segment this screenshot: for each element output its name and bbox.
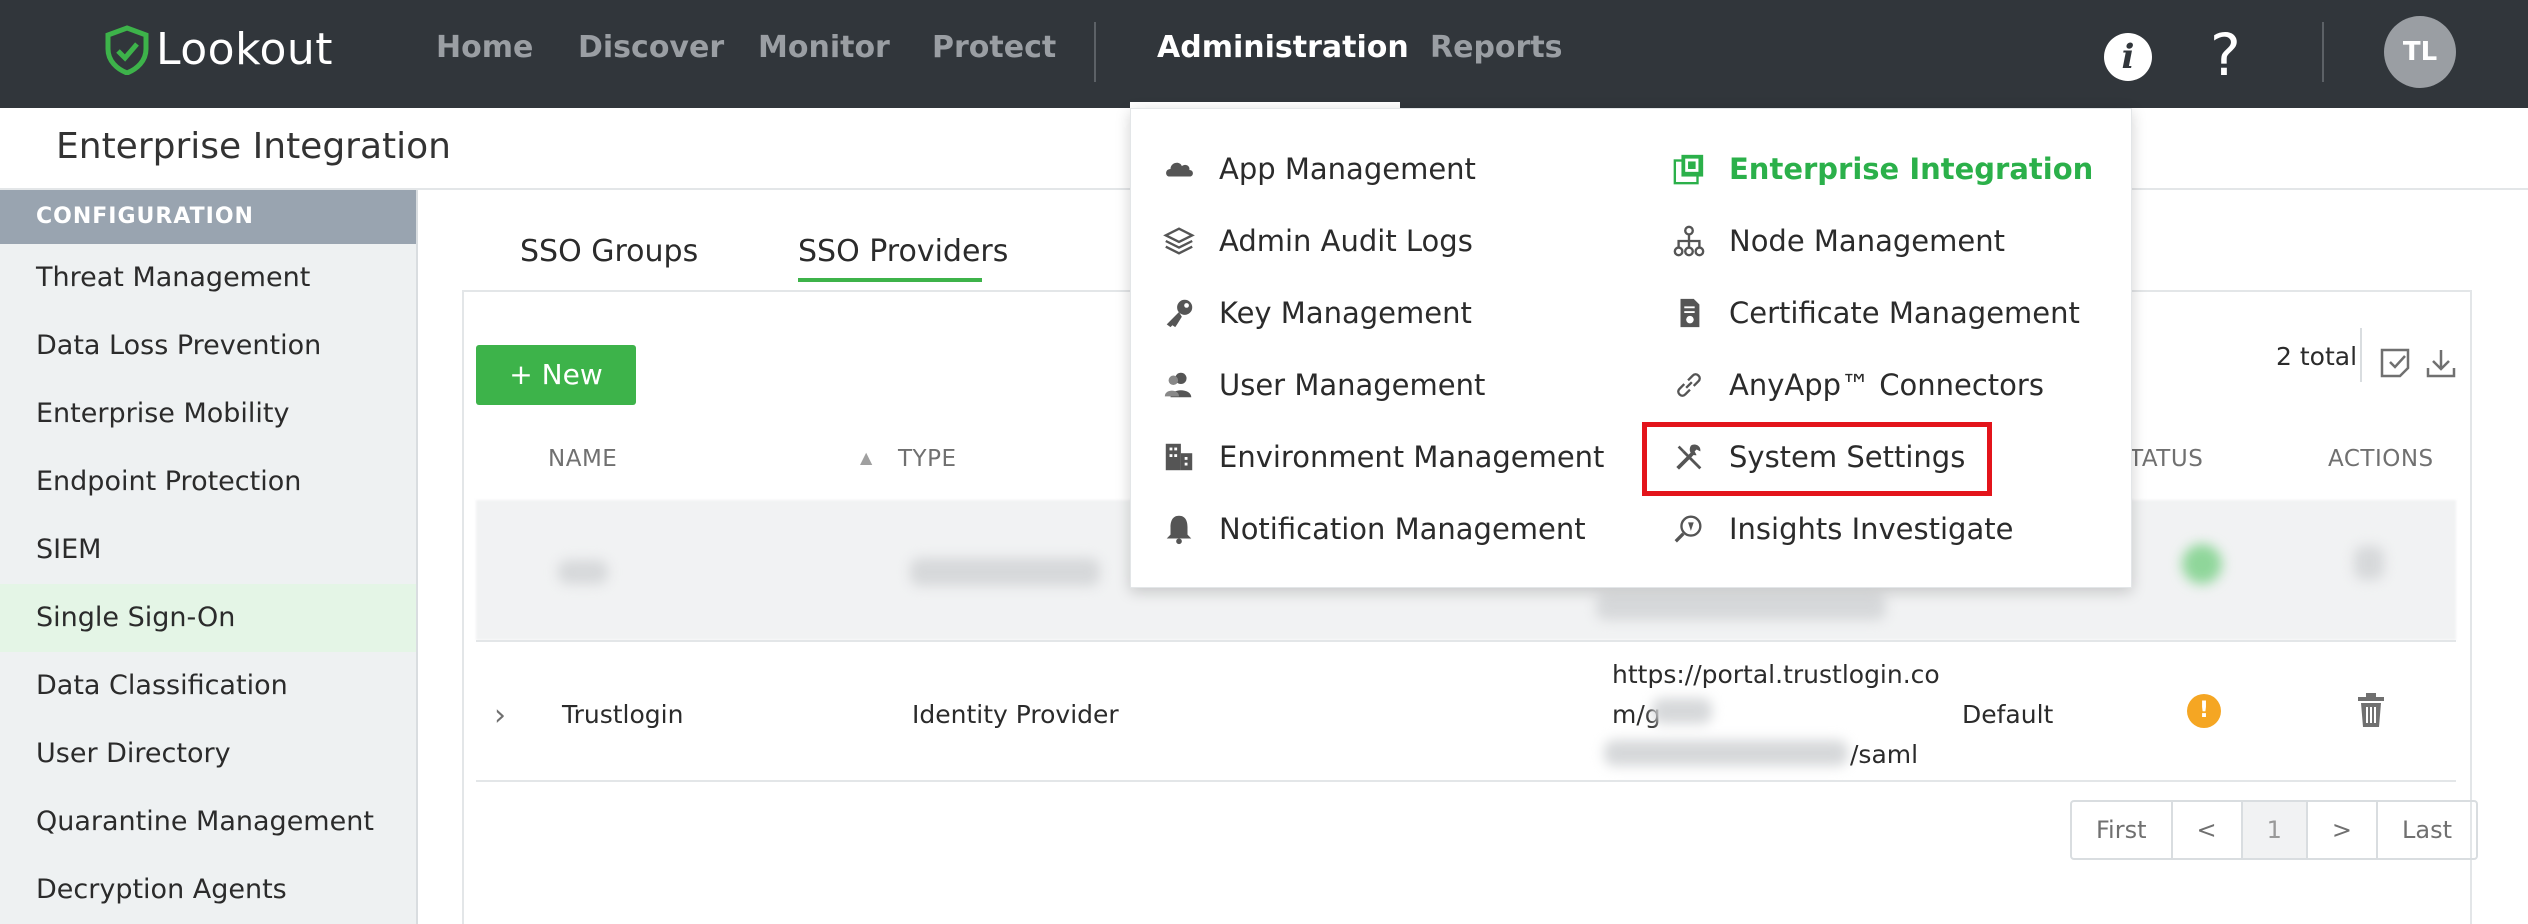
menu-item-label: Insights Investigate bbox=[1729, 512, 2014, 546]
redacted-url-part bbox=[1652, 698, 1712, 724]
insights-icon bbox=[1671, 511, 1707, 547]
menu-item-environment-management[interactable]: Environment Management bbox=[1161, 433, 1604, 481]
cloud-icon bbox=[1161, 151, 1197, 187]
building-icon bbox=[1161, 439, 1197, 475]
sidebar-header: CONFIGURATION bbox=[0, 190, 416, 244]
configuration-sidebar: CONFIGURATION Threat Management Data Los… bbox=[0, 190, 418, 924]
provider-type: Identity Provider bbox=[912, 700, 1119, 729]
menu-item-label: Certificate Management bbox=[1729, 296, 2080, 330]
pager-last-button[interactable]: Last bbox=[2378, 802, 2476, 858]
menu-item-label: AnyApp™ Connectors bbox=[1729, 368, 2044, 402]
top-navigation-bar: Lookout Home Discover Monitor Protect Ad… bbox=[0, 0, 2528, 108]
nav-home[interactable]: Home bbox=[436, 30, 533, 65]
layers-icon bbox=[1161, 223, 1197, 259]
menu-item-label: Admin Audit Logs bbox=[1219, 224, 1473, 258]
sidebar-item-quarantine-management[interactable]: Quarantine Management bbox=[0, 788, 416, 856]
trash-icon[interactable] bbox=[2356, 692, 2386, 728]
redacted-action bbox=[2354, 546, 2384, 580]
brand-name: Lookout bbox=[156, 24, 334, 75]
users-icon bbox=[1161, 367, 1197, 403]
column-header-actions: ACTIONS bbox=[2328, 446, 2434, 472]
sidebar-item-single-sign-on[interactable]: Single Sign-On bbox=[0, 584, 416, 652]
menu-item-anyapp-connectors[interactable]: AnyApp™ Connectors bbox=[1671, 361, 2044, 409]
administration-dropdown-menu: App Management Admin Audit Logs Key Mana… bbox=[1130, 108, 2132, 588]
system-settings-highlight-box bbox=[1642, 422, 1992, 496]
sidebar-item-user-directory[interactable]: User Directory bbox=[0, 720, 416, 788]
sidebar-item-data-classification[interactable]: Data Classification bbox=[0, 652, 416, 720]
node-tree-icon bbox=[1671, 223, 1707, 259]
status-warning-icon[interactable]: ! bbox=[2187, 694, 2221, 728]
redacted-cell bbox=[910, 558, 1100, 586]
total-count: 2 total bbox=[2276, 342, 2358, 371]
sort-ascending-icon[interactable]: ▲ bbox=[860, 448, 872, 467]
menu-item-node-management[interactable]: Node Management bbox=[1671, 217, 2005, 265]
provider-default-label: Default bbox=[1962, 700, 2054, 729]
bell-icon bbox=[1161, 511, 1197, 547]
redacted-cell bbox=[1596, 594, 1886, 620]
menu-item-label: App Management bbox=[1219, 152, 1476, 186]
toolbar-divider bbox=[2360, 328, 2362, 382]
lookout-logo[interactable]: Lookout bbox=[104, 24, 333, 75]
menu-item-label: Key Management bbox=[1219, 296, 1472, 330]
nav-administration[interactable]: Administration bbox=[1157, 30, 1409, 65]
menu-item-label: Node Management bbox=[1729, 224, 2005, 258]
redacted-url-part bbox=[1604, 740, 1848, 766]
nav-protect[interactable]: Protect bbox=[932, 30, 1056, 65]
pager-current-page[interactable]: 1 bbox=[2242, 802, 2308, 858]
sidebar-item-endpoint-protection[interactable]: Endpoint Protection bbox=[0, 448, 416, 516]
nav-discover[interactable]: Discover bbox=[578, 30, 724, 65]
tab-sso-providers[interactable]: SSO Providers bbox=[798, 234, 1008, 269]
menu-item-notification-management[interactable]: Notification Management bbox=[1161, 505, 1586, 553]
link-icon bbox=[1671, 367, 1707, 403]
info-icon[interactable]: i bbox=[2104, 33, 2152, 81]
provider-url-line1: https://portal.trustlogin.co bbox=[1612, 660, 1940, 689]
download-icon[interactable] bbox=[2424, 346, 2458, 380]
menu-item-insights-investigate[interactable]: Insights Investigate bbox=[1671, 505, 2013, 553]
sidebar-item-threat-management[interactable]: Threat Management bbox=[0, 244, 416, 312]
new-provider-button[interactable]: + New bbox=[476, 345, 636, 405]
redacted-status bbox=[2182, 544, 2222, 584]
row-divider bbox=[476, 780, 2456, 782]
shield-logo-icon bbox=[105, 24, 149, 75]
nav-reports[interactable]: Reports bbox=[1430, 30, 1563, 65]
help-icon[interactable]: ? bbox=[2210, 20, 2241, 90]
column-header-type[interactable]: TYPE bbox=[898, 446, 957, 472]
menu-item-label: Enterprise Integration bbox=[1729, 152, 2094, 186]
row-divider bbox=[476, 640, 2456, 642]
sidebar-item-enterprise-mobility[interactable]: Enterprise Mobility bbox=[0, 380, 416, 448]
provider-url-line3: /saml bbox=[1850, 740, 1919, 769]
sidebar-item-siem[interactable]: SIEM bbox=[0, 516, 416, 584]
pager-prev-button[interactable]: < bbox=[2173, 802, 2243, 858]
expand-row-chevron-icon[interactable]: › bbox=[494, 698, 506, 733]
integration-icon bbox=[1671, 151, 1707, 187]
certificate-icon bbox=[1671, 295, 1707, 331]
key-icon bbox=[1161, 295, 1197, 331]
sidebar-item-decryption-agents[interactable]: Decryption Agents bbox=[0, 856, 416, 924]
tab-active-indicator bbox=[798, 278, 982, 282]
pager-first-button[interactable]: First bbox=[2072, 802, 2173, 858]
tab-sso-groups[interactable]: SSO Groups bbox=[520, 234, 698, 269]
menu-item-label: Environment Management bbox=[1219, 440, 1605, 474]
menu-item-key-management[interactable]: Key Management bbox=[1161, 289, 1472, 337]
pagination: First < 1 > Last bbox=[2070, 800, 2479, 860]
provider-name: Trustlogin bbox=[562, 700, 684, 729]
menu-item-label: User Management bbox=[1219, 368, 1486, 402]
menu-item-admin-audit-logs[interactable]: Admin Audit Logs bbox=[1161, 217, 1473, 265]
menu-item-label: Notification Management bbox=[1219, 512, 1586, 546]
user-avatar[interactable]: TL bbox=[2384, 16, 2456, 88]
menu-item-app-management[interactable]: App Management bbox=[1161, 145, 1476, 193]
redacted-cell bbox=[558, 560, 608, 584]
column-chooser-icon[interactable] bbox=[2378, 346, 2412, 380]
menu-item-enterprise-integration[interactable]: Enterprise Integration bbox=[1671, 145, 2093, 193]
menu-item-user-management[interactable]: User Management bbox=[1161, 361, 1485, 409]
nav-divider-right bbox=[2322, 22, 2324, 82]
nav-divider bbox=[1094, 22, 1096, 82]
sidebar-item-data-loss-prevention[interactable]: Data Loss Prevention bbox=[0, 312, 416, 380]
pager-next-button[interactable]: > bbox=[2308, 802, 2379, 858]
page-title: Enterprise Integration bbox=[56, 126, 451, 167]
menu-item-certificate-management[interactable]: Certificate Management bbox=[1671, 289, 2080, 337]
column-header-name[interactable]: NAME bbox=[548, 446, 617, 472]
nav-monitor[interactable]: Monitor bbox=[758, 30, 890, 65]
